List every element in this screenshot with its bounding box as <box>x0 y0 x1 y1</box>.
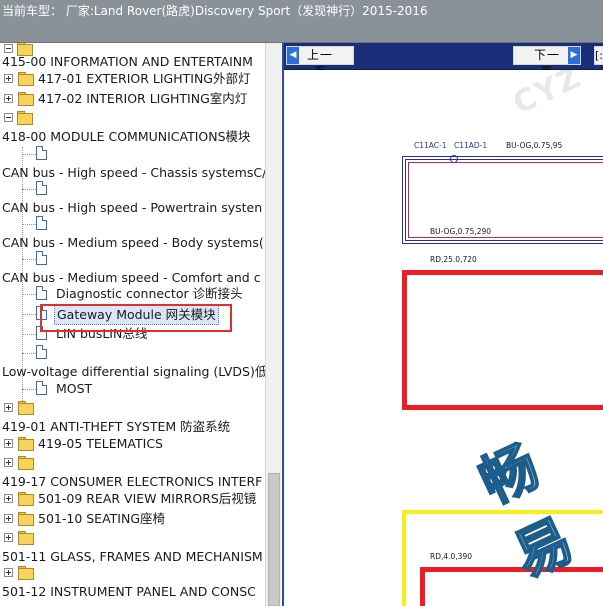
document-icon <box>36 216 47 230</box>
tree-connector-line <box>22 224 36 225</box>
folder-icon <box>18 401 34 415</box>
tree-item-label[interactable]: MOST <box>56 380 92 398</box>
folder-icon <box>18 492 34 506</box>
page-nav-bar: ◀ 上一页 下一页 ▶ [: <box>284 43 603 79</box>
tree-item-label[interactable]: 419-05 TELEMATICS <box>38 435 163 453</box>
prev-page-button[interactable]: ◀ 上一页 <box>286 46 354 79</box>
document-icon <box>36 286 47 300</box>
folder-open-icon <box>17 111 33 125</box>
tree-item-label[interactable]: 419-17 CONSUMER ELECTRONICS INTERF <box>2 473 262 491</box>
watermark-text: CYZ <box>507 70 588 122</box>
expand-icon[interactable] <box>4 568 13 577</box>
scrollbar-thumb[interactable] <box>268 473 280 606</box>
expand-icon[interactable] <box>4 514 13 523</box>
document-icon <box>36 251 47 265</box>
expand-icon[interactable] <box>4 494 13 503</box>
tree-connector-line <box>22 314 36 315</box>
tree-item-label[interactable]: Low-voltage differential signaling (LVDS… <box>2 363 265 381</box>
collapse-icon[interactable] <box>4 113 13 122</box>
tree-item-label[interactable]: 501-12 INSTRUMENT PANEL AND CONSC <box>2 583 256 601</box>
expand-icon[interactable] <box>4 458 13 467</box>
document-icon <box>36 345 47 359</box>
document-icon <box>36 146 47 160</box>
folder-icon <box>18 531 34 545</box>
expand-icon[interactable] <box>4 439 13 448</box>
expand-icon[interactable] <box>4 94 13 103</box>
tree-connector-line <box>22 189 36 190</box>
next-page-button[interactable]: 下一页 ▶ <box>513 46 581 79</box>
connector-label-b: C11AD-1 <box>454 141 488 150</box>
tree-item-label[interactable]: 417-01 EXTERIOR LIGHTING外部灯 <box>38 70 251 88</box>
wire-label-1: BU-OG,0.75,95 <box>506 141 563 150</box>
tree-connector-line <box>22 259 36 260</box>
document-icon <box>36 381 47 395</box>
tree-connector-line <box>22 294 36 295</box>
expand-icon[interactable] <box>4 403 13 412</box>
tree-item-label[interactable]: 418-00 MODULE COMMUNICATIONS模块 <box>2 128 251 146</box>
tree-item-label[interactable]: 419-01 ANTI-THEFT SYSTEM 防盗系统 <box>2 418 230 436</box>
folder-icon <box>18 72 34 86</box>
arrow-right-icon: ▶ <box>568 47 580 64</box>
wire-label-2: BU-OG,0.75,290 <box>430 227 492 236</box>
tree-connector-line <box>22 154 36 155</box>
tree-item-label[interactable]: 501-10 SEATING座椅 <box>38 510 165 528</box>
tree-connector-line <box>22 334 36 335</box>
expand-icon[interactable] <box>4 44 13 53</box>
tree-panel[interactable]: 415-00 INFORMATION AND ENTERTAINM 417-01… <box>0 43 265 606</box>
tree-item-label[interactable]: 501-09 REAR VIEW MIRRORS后视镜 <box>38 490 256 508</box>
folder-icon <box>18 92 34 106</box>
tree-connector-line <box>22 353 36 354</box>
connector-label-a: C11AC-1 <box>414 141 447 150</box>
extra-nav-button[interactable]: [: <box>594 46 603 65</box>
title-bar: 当前车型： 厂家:Land Rover(路虎)Discovery Sport（发… <box>0 0 603 43</box>
folder-icon <box>18 456 34 470</box>
tree-item-label[interactable]: CAN bus - High speed - Powertrain systen <box>2 199 262 217</box>
arrow-left-icon: ◀ <box>287 47 299 64</box>
vehicle-title: 当前车型： 厂家:Land Rover(路虎)Discovery Sport（发… <box>2 4 428 18</box>
document-icon <box>36 181 47 195</box>
tree-item-label[interactable]: 501-11 GLASS, FRAMES AND MECHANISM <box>2 548 263 566</box>
wire-red-loop <box>402 270 603 410</box>
tree-item-label[interactable]: 417-02 INTERIOR LIGHTING室内灯 <box>38 90 247 108</box>
expand-icon[interactable] <box>4 533 13 542</box>
folder-icon <box>18 437 34 451</box>
tree-item-label[interactable]: Diagnostic connector 诊断接头 <box>56 285 243 303</box>
expand-icon[interactable] <box>4 74 13 83</box>
tree-connector-line <box>22 389 36 390</box>
annotation-highlight-box <box>40 304 232 332</box>
tree-scrollbar[interactable] <box>265 43 281 606</box>
tree-item-label[interactable]: CAN bus - Medium speed - Body systems( <box>2 234 264 252</box>
app-window: 当前车型： 厂家:Land Rover(路虎)Discovery Sport（发… <box>0 0 603 606</box>
folder-icon <box>18 512 34 526</box>
tree-item-label[interactable]: CAN bus - High speed - Chassis systemsC/ <box>2 164 265 182</box>
wire-label-4: RD,4.0,390 <box>430 552 472 561</box>
wire-label-3: RD,25.0,720 <box>430 255 477 264</box>
folder-icon <box>18 566 34 580</box>
diagram-viewer: ◀ 上一页 下一页 ▶ [: CYZ C11AC-1 C11AD-1 BU-OG… <box>282 43 603 606</box>
wiring-diagram: CYZ C11AC-1 C11AD-1 BU-OG,0.75,95 BU-OG,… <box>284 70 603 606</box>
tree-item-label[interactable]: 415-00 INFORMATION AND ENTERTAINM <box>2 53 253 71</box>
